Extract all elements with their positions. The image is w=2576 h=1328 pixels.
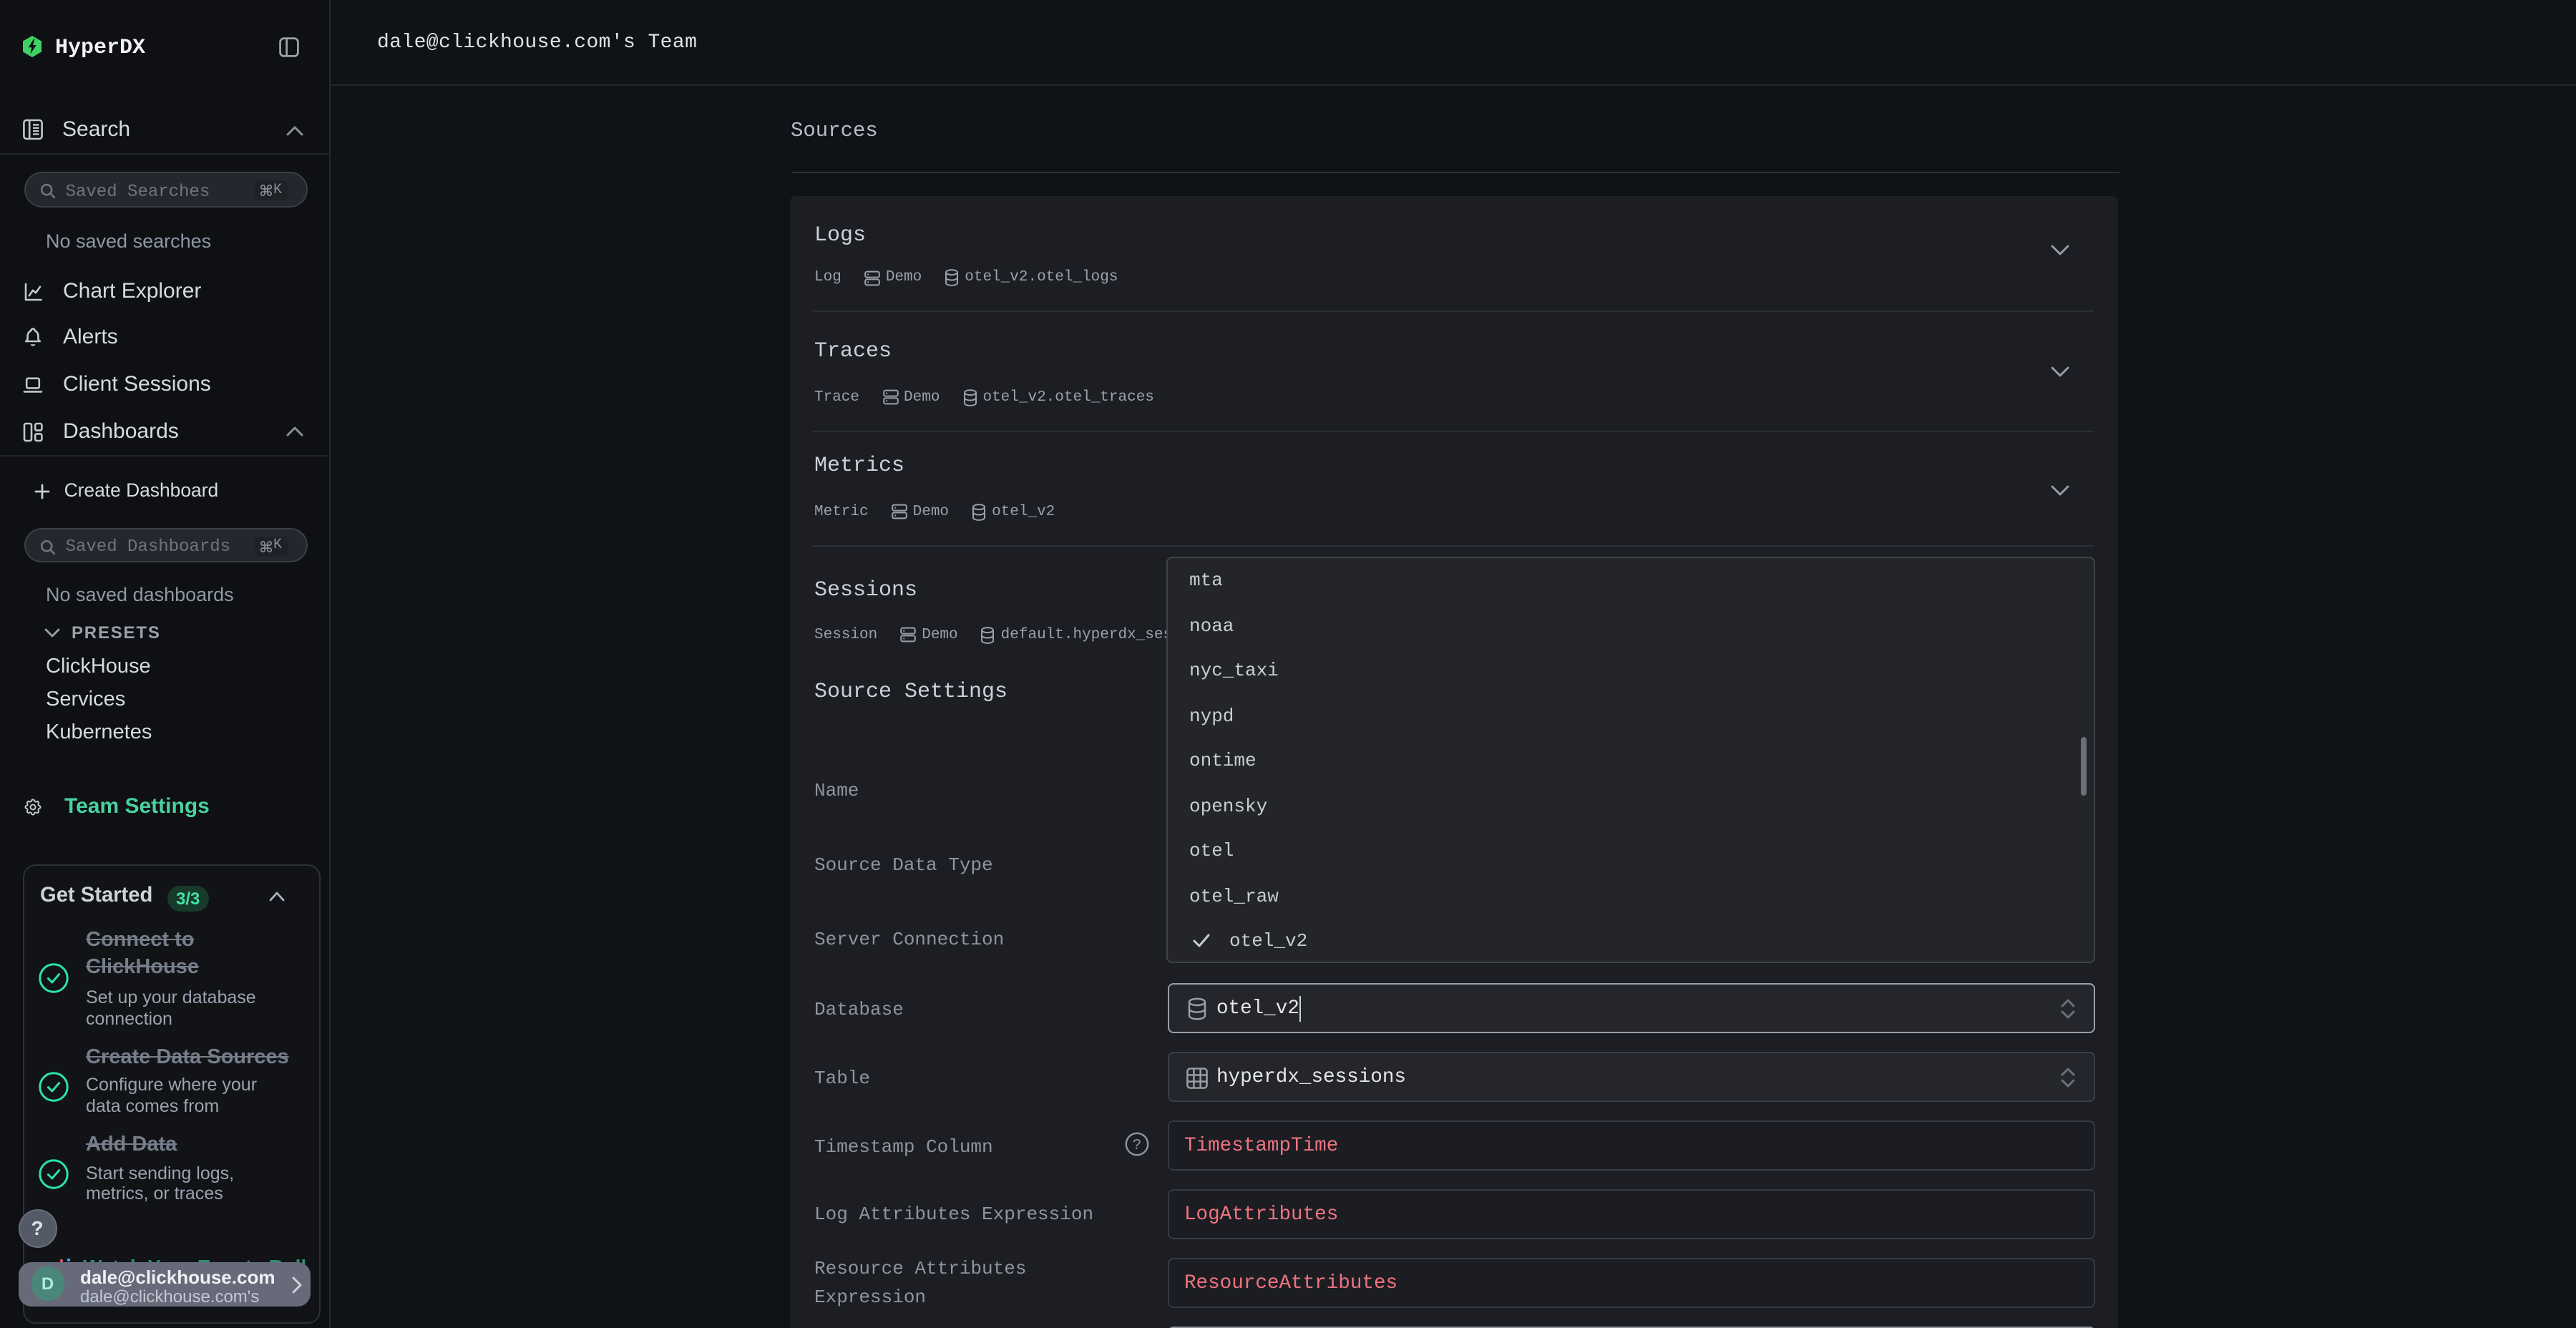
svg-text:?: ? <box>1133 1138 1142 1154</box>
